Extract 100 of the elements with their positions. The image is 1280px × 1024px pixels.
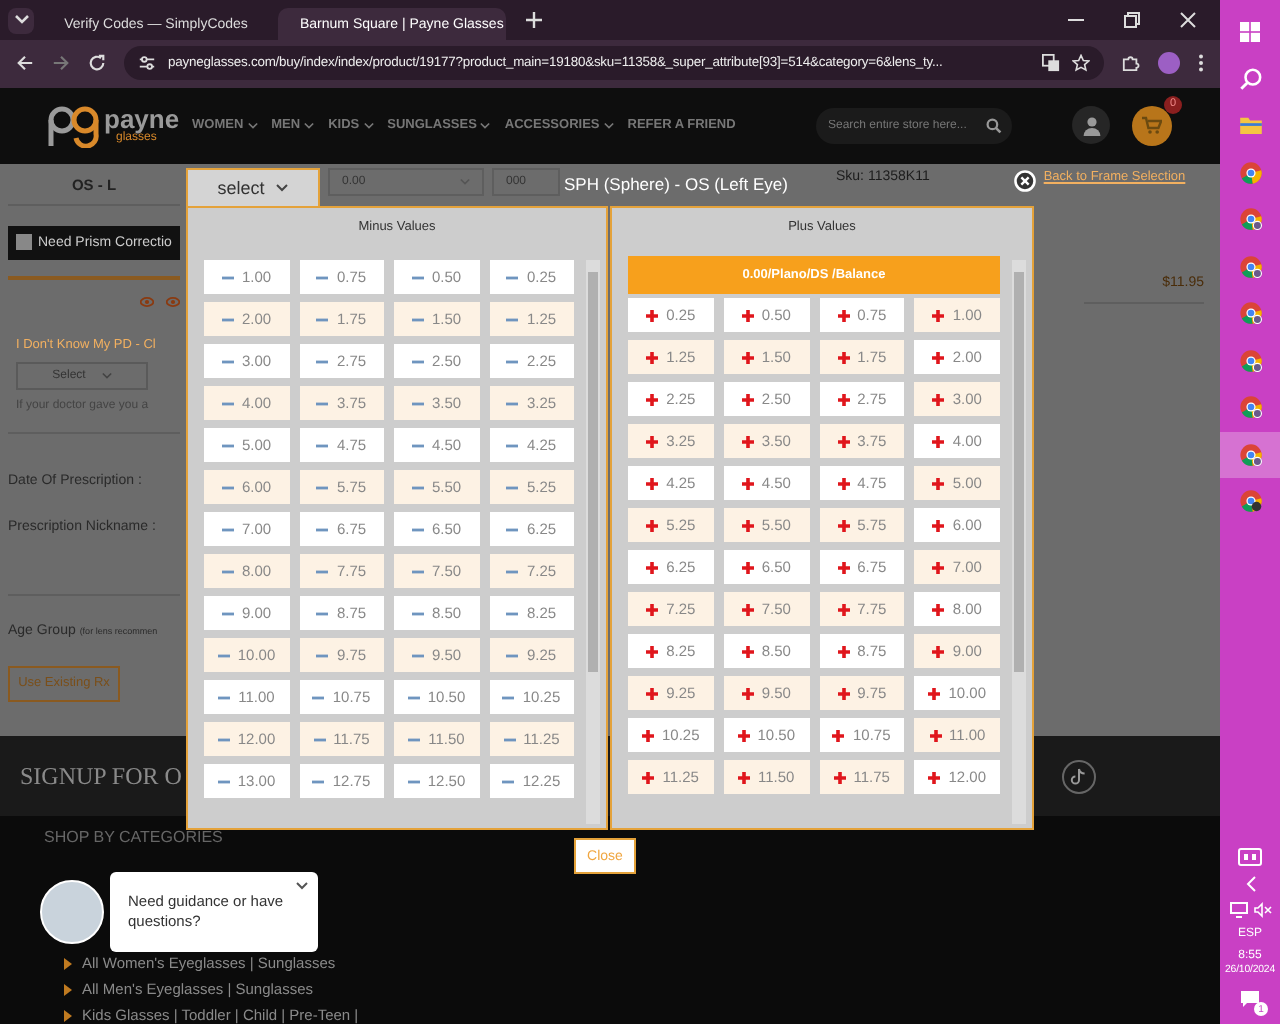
- minus-icon: [221, 401, 234, 405]
- chevron-down-icon[interactable]: [296, 882, 308, 890]
- scrollbar[interactable]: [586, 260, 600, 824]
- plus-icon: [737, 729, 750, 741]
- plus-icon: [646, 603, 659, 615]
- plus-icon: [741, 645, 754, 657]
- plus-icon: [646, 645, 659, 657]
- tab-search-button[interactable]: [8, 7, 34, 33]
- select-button[interactable]: select: [186, 168, 320, 206]
- cart-icon: [1142, 116, 1162, 135]
- plus-icon: [646, 393, 659, 405]
- minus-icon: [316, 611, 329, 615]
- minus-icon: [411, 275, 424, 279]
- plus-icon: [741, 561, 754, 573]
- plus-icon: [932, 603, 945, 615]
- profile-avatar[interactable]: [1158, 52, 1180, 75]
- back-icon[interactable]: [16, 54, 34, 73]
- note-icon: [1070, 767, 1087, 786]
- site-info-icon[interactable]: [138, 54, 156, 73]
- user-icon: [1081, 115, 1101, 136]
- plus-icon: [928, 771, 941, 783]
- minus-icon: [411, 443, 424, 447]
- triangle-icon: [64, 983, 72, 995]
- search-icon[interactable]: [986, 117, 1002, 134]
- plus-icon: [928, 687, 941, 699]
- plus-icon: [932, 309, 945, 321]
- minus-icon: [217, 653, 230, 657]
- minus-icon: [217, 737, 230, 741]
- chrome-icon: [1239, 349, 1261, 372]
- minus-icon: [502, 695, 515, 699]
- prism-checkbox[interactable]: [16, 234, 32, 251]
- puzzle-icon[interactable]: [1122, 54, 1140, 73]
- minus-icon: [316, 653, 329, 657]
- chevron-left-icon[interactable]: [1245, 876, 1255, 892]
- plus-icon: [741, 435, 754, 447]
- reload-icon[interactable]: [88, 54, 106, 73]
- signup-heading: SIGNUP FOR O: [20, 761, 182, 792]
- forward-icon[interactable]: [52, 54, 70, 73]
- plus-icon: [929, 729, 942, 741]
- minus-icon: [407, 779, 420, 783]
- plus-icon: [741, 519, 754, 531]
- minus-icon: [316, 359, 329, 363]
- plus-icon: [837, 519, 850, 531]
- minus-icon: [502, 779, 515, 783]
- minus-icon: [316, 401, 329, 405]
- minus-icon: [411, 485, 424, 489]
- plus-icon: [837, 351, 850, 363]
- plus-icon[interactable]: [526, 12, 542, 28]
- monitor-icon[interactable]: [1229, 902, 1247, 918]
- scrollbar[interactable]: [1012, 260, 1026, 824]
- minus-icon: [316, 527, 329, 531]
- account-button[interactable]: [1072, 106, 1110, 145]
- plus-icon: [932, 519, 945, 531]
- plus-icon: [837, 477, 850, 489]
- plus-icon: [837, 393, 850, 405]
- plus-icon: [837, 687, 850, 699]
- minus-icon: [506, 611, 519, 615]
- modal-title: SPH (Sphere) - OS (Left Eye): [564, 172, 788, 198]
- plus-icon: [641, 729, 654, 741]
- social-button[interactable]: [1061, 759, 1096, 794]
- chrome-icon: [1239, 490, 1261, 513]
- plus-icon: [646, 351, 659, 363]
- chrome-icon: [1239, 255, 1261, 278]
- minus-icon: [221, 485, 234, 489]
- plus-icon: [741, 393, 754, 405]
- triangle-icon: [64, 1009, 72, 1021]
- translate-icon[interactable]: [1042, 54, 1060, 73]
- close-icon[interactable]: [1180, 12, 1196, 28]
- eye-icon: [140, 295, 154, 308]
- plus-icon: [646, 687, 659, 699]
- plus-icon: [741, 309, 754, 321]
- minus-icon: [411, 653, 424, 657]
- minus-icon: [506, 653, 519, 657]
- taskbar-app[interactable]: [1220, 431, 1280, 478]
- search-icon: [1239, 67, 1261, 90]
- plus-icon: [932, 393, 945, 405]
- plus-icon: [741, 351, 754, 363]
- minus-icon: [218, 695, 231, 699]
- minus-icon: [506, 275, 519, 279]
- tablet-icon[interactable]: [1238, 848, 1262, 866]
- plus-icon: [832, 729, 845, 741]
- restore-icon[interactable]: [1124, 12, 1140, 28]
- plus-icon: [741, 477, 754, 489]
- plus-icon: [646, 477, 659, 489]
- chrome-icon: [1239, 161, 1261, 184]
- cart-button[interactable]: [1132, 105, 1172, 146]
- plus-icon: [837, 603, 850, 615]
- plus-icon: [932, 477, 945, 489]
- minus-icon: [316, 569, 329, 573]
- minus-icon: [506, 317, 519, 321]
- speaker-muted-icon[interactable]: [1253, 902, 1271, 918]
- triangle-icon: [64, 957, 72, 969]
- minus-icon: [411, 569, 424, 573]
- minus-icon: [316, 317, 329, 321]
- menu-icon[interactable]: [1198, 54, 1204, 73]
- star-icon[interactable]: [1072, 54, 1090, 73]
- logo-mark-icon: [48, 103, 100, 148]
- minus-icon: [506, 569, 519, 573]
- footer-heading: SHOP BY CATEGORIES: [44, 828, 225, 846]
- minus-icon: [316, 485, 329, 489]
